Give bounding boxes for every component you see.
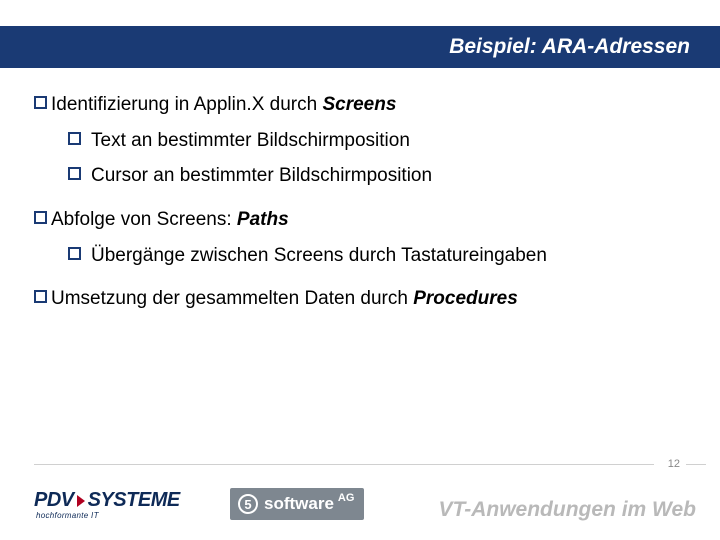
bullet-square-icon	[68, 247, 81, 260]
divider-line	[686, 464, 706, 465]
bullet-text: Abfolge von Screens: Paths	[51, 207, 289, 233]
logo-suffix: AG	[338, 492, 355, 504]
footer: PDV SYSTEME hochformante IT 5 software A…	[0, 472, 720, 540]
content-area: Identifizierung in Applin.X durch Screen…	[34, 92, 690, 322]
divider-line	[34, 464, 654, 465]
text-em: Procedures	[413, 288, 518, 309]
title-band: Beispiel: ARA-Adressen	[0, 26, 720, 68]
bullet-text: Cursor an bestimmter Bildschirmposition	[91, 163, 432, 189]
bullet-text: Identifizierung in Applin.X durch Screen…	[51, 92, 396, 118]
bullet-text: Übergänge zwischen Screens durch Tastatu…	[91, 243, 547, 269]
bullet-text: Text an bestimmter Bildschirmposition	[91, 128, 410, 154]
bullet-square-icon	[34, 290, 47, 303]
logo-tagline: hochformante IT	[36, 511, 180, 520]
text-em: Paths	[237, 209, 289, 230]
slide-title: Beispiel: ARA-Adressen	[449, 35, 690, 59]
logo-pdv-systeme: PDV SYSTEME hochformante IT	[34, 489, 180, 520]
page-number: 12	[668, 458, 680, 470]
bullet-text: Umsetzung der gesammelten Daten durch Pr…	[51, 286, 518, 312]
triangle-icon	[77, 495, 85, 507]
bullet-square-icon	[68, 167, 81, 180]
text-run: Umsetzung der gesammelten Daten durch	[51, 288, 413, 309]
text-run: Identifizierung in Applin.X durch	[51, 94, 322, 115]
bullet-level1: Umsetzung der gesammelten Daten durch Pr…	[34, 286, 690, 312]
bullet-level1: Abfolge von Screens: Paths	[34, 207, 690, 233]
text-em: Screens	[322, 94, 396, 115]
bullet-level2: Übergänge zwischen Screens durch Tastatu…	[68, 243, 690, 269]
slide: Beispiel: ARA-Adressen Identifizierung i…	[0, 0, 720, 540]
logo-symbol: 5	[244, 497, 251, 512]
logo-software-ag: 5 software AG	[230, 488, 364, 520]
logo-text: SYSTEME	[88, 489, 180, 512]
bullet-level1: Identifizierung in Applin.X durch Screen…	[34, 92, 690, 118]
bullet-square-icon	[34, 211, 47, 224]
logo-mark-icon: 5	[238, 494, 258, 514]
text-run: Abfolge von Screens:	[51, 209, 237, 230]
bullet-square-icon	[34, 96, 47, 109]
logo-text: PDV	[34, 489, 74, 512]
bullet-level2: Cursor an bestimmter Bildschirmposition	[68, 163, 690, 189]
bullet-square-icon	[68, 132, 81, 145]
bullet-level2: Text an bestimmter Bildschirmposition	[68, 128, 690, 154]
logo-text: software	[264, 494, 334, 514]
footer-subtitle: VT-Anwendungen im Web	[439, 498, 696, 522]
